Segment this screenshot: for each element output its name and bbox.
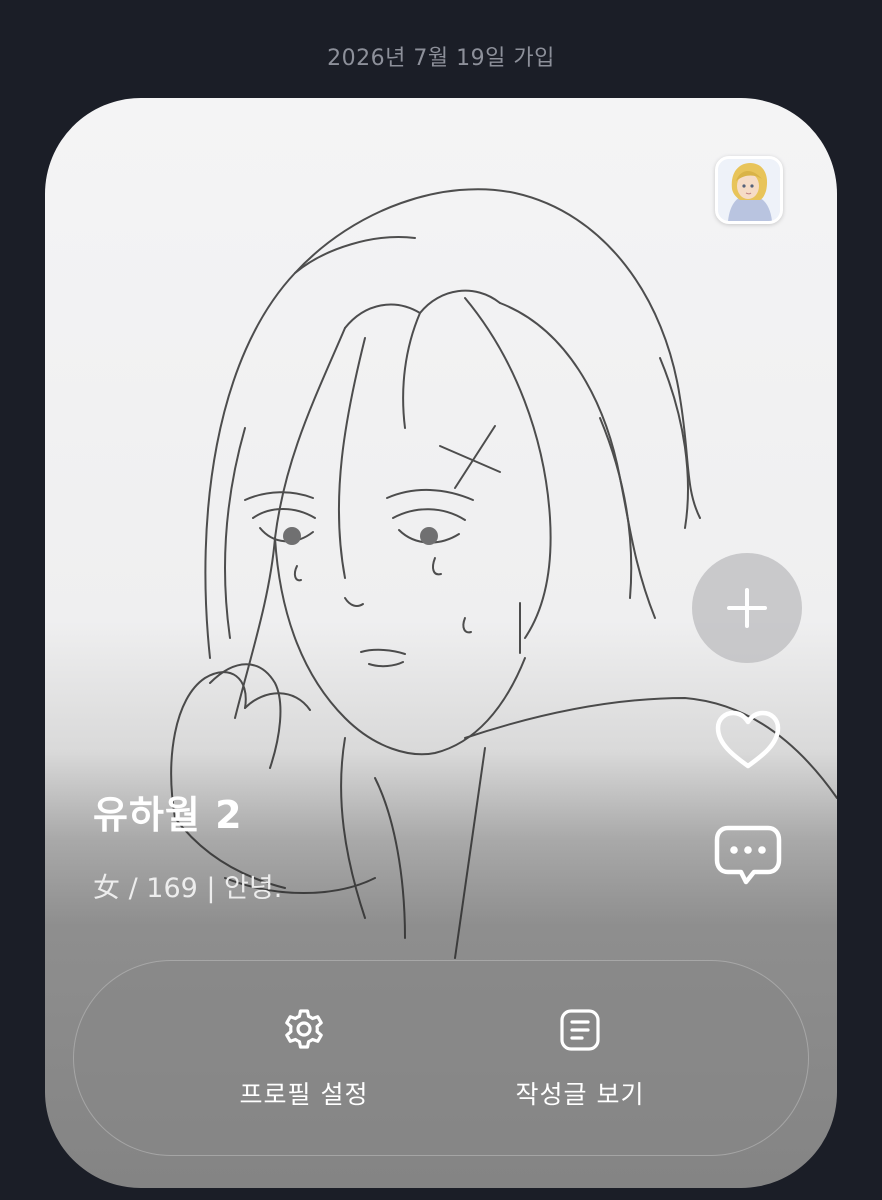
- profile-settings-label: 프로필 설정: [239, 1080, 369, 1109]
- join-date: 2026년 7월 19일 가입: [327, 46, 555, 71]
- avatar-thumbnail[interactable]: [715, 156, 783, 224]
- plus-icon: [727, 588, 767, 628]
- profile-info: 女 / 169 | 안녕.: [93, 873, 283, 904]
- chat-bubble-icon: [714, 825, 782, 885]
- message-button[interactable]: [710, 818, 786, 894]
- action-bar: 프로필 설정 작성글 보기: [73, 960, 809, 1156]
- like-button[interactable]: [710, 702, 786, 778]
- profile-name: 유하월 2: [93, 793, 243, 837]
- profile-settings-button[interactable]: 프로필 설정: [154, 961, 454, 1157]
- profile-card: 유하월 2 女 / 169 | 안녕. 프로필 설정 작성글 보기: [45, 98, 837, 1188]
- view-posts-label: 작성글 보기: [515, 1080, 645, 1109]
- heart-icon: [715, 710, 781, 769]
- avatar-image: [718, 159, 780, 221]
- view-posts-button[interactable]: 작성글 보기: [430, 961, 730, 1157]
- document-list-icon: [560, 1009, 600, 1051]
- gear-icon: [285, 1009, 323, 1049]
- add-button[interactable]: [692, 553, 802, 663]
